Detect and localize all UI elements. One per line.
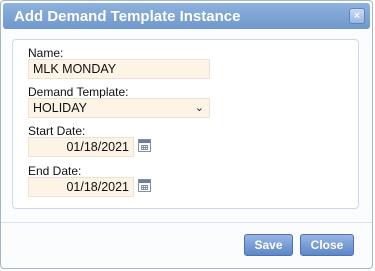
end-date-input[interactable]: 01/18/2021	[28, 177, 134, 197]
form-panel: Name: MLK MONDAY Demand Template: HOLIDA…	[12, 39, 359, 209]
demand-template-select[interactable]: HOLIDAY ⌄	[28, 98, 210, 118]
footer-divider	[1, 222, 372, 223]
demand-template-label: Demand Template:	[28, 85, 129, 99]
save-button[interactable]: Save	[244, 234, 293, 256]
dialog-title: Add Demand Template Instance	[14, 8, 241, 25]
start-date-input[interactable]: 01/18/2021	[28, 137, 134, 157]
close-icon[interactable]: ×	[349, 8, 365, 24]
name-label: Name:	[28, 46, 64, 60]
name-input[interactable]: MLK MONDAY	[28, 59, 210, 79]
start-date-label: Start Date:	[28, 124, 86, 138]
end-date-label: End Date:	[28, 164, 82, 178]
dialog-titlebar[interactable]: Add Demand Template Instance ×	[3, 3, 370, 29]
demand-template-value: HOLIDAY	[33, 101, 87, 115]
calendar-icon[interactable]	[138, 179, 151, 192]
add-demand-template-dialog: Add Demand Template Instance × Name: MLK…	[0, 0, 373, 269]
calendar-icon[interactable]	[138, 139, 151, 152]
close-button[interactable]: Close	[300, 234, 354, 256]
chevron-down-icon: ⌄	[194, 102, 204, 114]
